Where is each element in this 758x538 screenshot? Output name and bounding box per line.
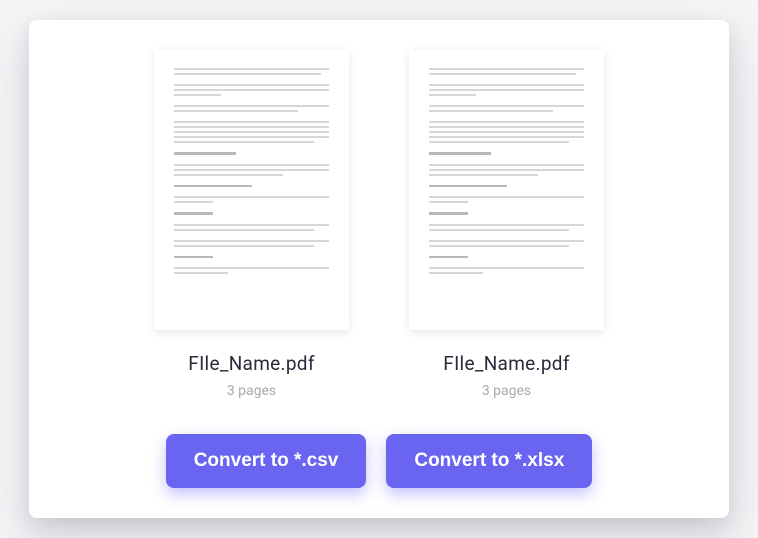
file-conversion-card: FIle_Name.pdf 3 pages: [29, 20, 729, 518]
file-pages-count: 3 pages: [227, 383, 276, 399]
convert-csv-button[interactable]: Convert to *.csv: [166, 434, 367, 488]
file-previews-row: FIle_Name.pdf 3 pages: [69, 50, 689, 399]
file-item: FIle_Name.pdf 3 pages: [409, 50, 604, 399]
file-pages-count: 3 pages: [482, 383, 531, 399]
convert-xlsx-button[interactable]: Convert to *.xlsx: [386, 434, 592, 488]
file-item: FIle_Name.pdf 3 pages: [154, 50, 349, 399]
actions-row: Convert to *.csv Convert to *.xlsx: [69, 434, 689, 488]
file-name-label: FIle_Name.pdf: [443, 352, 569, 375]
file-name-label: FIle_Name.pdf: [188, 352, 314, 375]
document-page-thumbnail: [409, 50, 604, 330]
document-page-thumbnail: [154, 50, 349, 330]
